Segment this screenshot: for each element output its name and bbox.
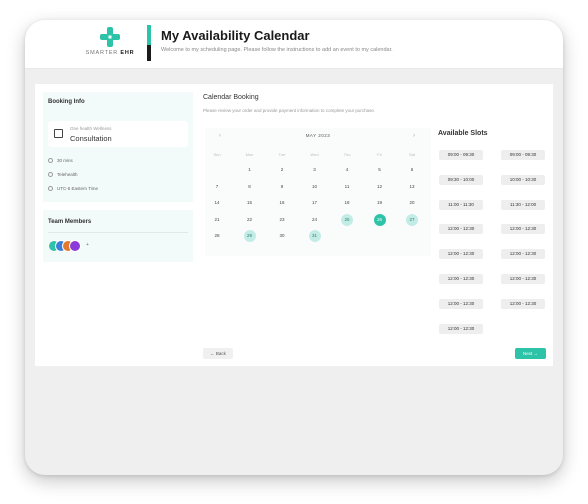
calendar-day[interactable]: 10 xyxy=(309,181,321,193)
page-subtitle: Welcome to my scheduling page. Please fo… xyxy=(161,47,393,53)
logo-cross-icon xyxy=(100,27,120,47)
header-accent-bar xyxy=(147,25,151,61)
weekday-label: Wed xyxy=(310,152,319,157)
calendar-booking-title: Calendar Booking xyxy=(203,94,259,101)
team-members-panel: Team Members + xyxy=(43,210,193,262)
calendar-day[interactable]: 25 xyxy=(341,213,353,226)
calendar-day[interactable]: 8 xyxy=(244,181,256,193)
calendar-booking-subtitle: Please review your order and provide pay… xyxy=(203,108,376,113)
calendar-day[interactable]: 31 xyxy=(308,230,321,242)
time-slot[interactable]: 12:00 - 12:30 xyxy=(439,249,483,260)
calendar-day[interactable]: 2 xyxy=(276,164,288,176)
location-detail: Telehealth xyxy=(48,172,78,178)
weekday-label: Mon xyxy=(245,152,254,157)
time-slot[interactable]: 12:00 - 12:30 xyxy=(439,323,483,334)
duration-detail: 30 mins xyxy=(48,158,73,164)
next-button[interactable]: Next → xyxy=(515,348,546,359)
calendar-day[interactable]: 11 xyxy=(341,181,353,193)
weekday-label: Fri xyxy=(377,152,382,157)
weekday-label: Tue xyxy=(278,152,286,157)
calendar-day[interactable]: 6 xyxy=(406,164,418,176)
globe-icon xyxy=(48,186,53,192)
appointment-name: Consultation xyxy=(70,134,112,143)
calendar-day[interactable]: 28 xyxy=(211,230,223,242)
weekday-label: Sat xyxy=(408,152,415,157)
calendar-day[interactable]: 21 xyxy=(211,214,223,226)
time-slot[interactable]: 12:00 - 12:30 xyxy=(501,249,545,260)
calendar-day[interactable]: 27 xyxy=(406,213,418,226)
back-button[interactable]: ← Back xyxy=(203,348,233,359)
time-slot[interactable]: 11:30 - 12:00 xyxy=(501,199,545,210)
page-title: My Availability Calendar xyxy=(161,28,310,43)
available-slots-title: Available Slots xyxy=(438,130,488,137)
calendar-day[interactable]: 22 xyxy=(244,214,256,226)
calendar-day[interactable]: 5 xyxy=(374,164,386,176)
time-slot[interactable]: 11:00 - 11:30 xyxy=(439,199,483,210)
calendar-month: MAY 2023 xyxy=(305,133,331,138)
calendar-day[interactable]: 9 xyxy=(276,181,288,193)
logo: SMARTER EHR xyxy=(75,26,145,64)
time-slot[interactable]: 09:00 - 09:30 xyxy=(439,150,483,160)
logo-wordmark: SMARTER EHR xyxy=(85,50,135,56)
time-slot[interactable]: 12:00 - 12:30 xyxy=(439,224,483,235)
time-slot[interactable]: 09:30 - 10:00 xyxy=(439,174,483,185)
calendar-day[interactable]: 29 xyxy=(243,230,256,242)
calendar-day[interactable]: 1 xyxy=(244,164,256,176)
booking-info-label: Booking Info xyxy=(48,99,85,105)
more-members: + xyxy=(86,242,89,248)
time-slot[interactable]: 12:00 - 12:30 xyxy=(501,298,545,309)
calendar-day[interactable]: 12 xyxy=(374,181,386,193)
calendar-day[interactable]: 20 xyxy=(406,197,418,209)
calendar-day[interactable]: 14 xyxy=(211,197,223,209)
calendar-day[interactable]: 3 xyxy=(309,164,321,176)
calendar-day[interactable]: 19 xyxy=(374,197,386,209)
page-header: SMARTER EHR My Availability Calendar Wel… xyxy=(25,20,563,69)
calendar-day[interactable]: 30 xyxy=(276,230,288,242)
calendar-day[interactable]: 13 xyxy=(406,181,418,193)
calendar-day[interactable]: 7 xyxy=(211,181,223,193)
app-window: SMARTER EHR My Availability Calendar Wel… xyxy=(25,20,563,475)
calendar-day[interactable]: 24 xyxy=(309,214,321,226)
video-icon xyxy=(48,172,53,178)
weekday-label: Thu xyxy=(343,152,351,157)
time-slot[interactable]: 12:00 - 12:30 xyxy=(439,274,483,284)
calendar-day[interactable]: 16 xyxy=(276,197,288,209)
next-month-button[interactable]: › xyxy=(413,133,415,139)
timezone-detail: UTC-5 Eastern Time xyxy=(48,186,98,192)
divider xyxy=(48,232,188,233)
calendar-icon xyxy=(54,129,63,138)
time-slot[interactable]: 09:00 - 09:30 xyxy=(501,150,545,160)
booking-info-panel: Booking Info One health Wellness Consult… xyxy=(43,92,193,202)
calendar-day[interactable]: 17 xyxy=(309,197,321,209)
calendar-day[interactable]: 23 xyxy=(276,214,288,226)
avatar xyxy=(69,240,81,252)
appointment-type: One health Wellness Consultation xyxy=(48,121,188,147)
calendar-day[interactable]: 26 xyxy=(373,213,386,226)
calendar-widget: ‹ MAY 2023 › Sun Mon Tue Wed Thu Fri Sat 12345… xyxy=(205,128,431,256)
time-slot[interactable]: 12:00 - 12:30 xyxy=(501,274,545,284)
weekday-label: Sun xyxy=(213,152,221,157)
appointment-caption: One health Wellness xyxy=(70,126,112,131)
calendar-day[interactable]: 4 xyxy=(341,164,353,176)
clock-icon xyxy=(48,158,53,164)
calendar-day[interactable]: 18 xyxy=(341,197,353,209)
time-slot[interactable]: 12:00 - 12:30 xyxy=(439,298,483,309)
time-slot[interactable]: 12:00 - 12:30 xyxy=(501,224,545,235)
booking-card: Booking Info One health Wellness Consult… xyxy=(35,84,553,366)
calendar-day[interactable]: 15 xyxy=(244,197,256,209)
team-members-label: Team Members xyxy=(48,219,92,225)
time-slot[interactable]: 10:00 - 10:30 xyxy=(501,174,545,185)
